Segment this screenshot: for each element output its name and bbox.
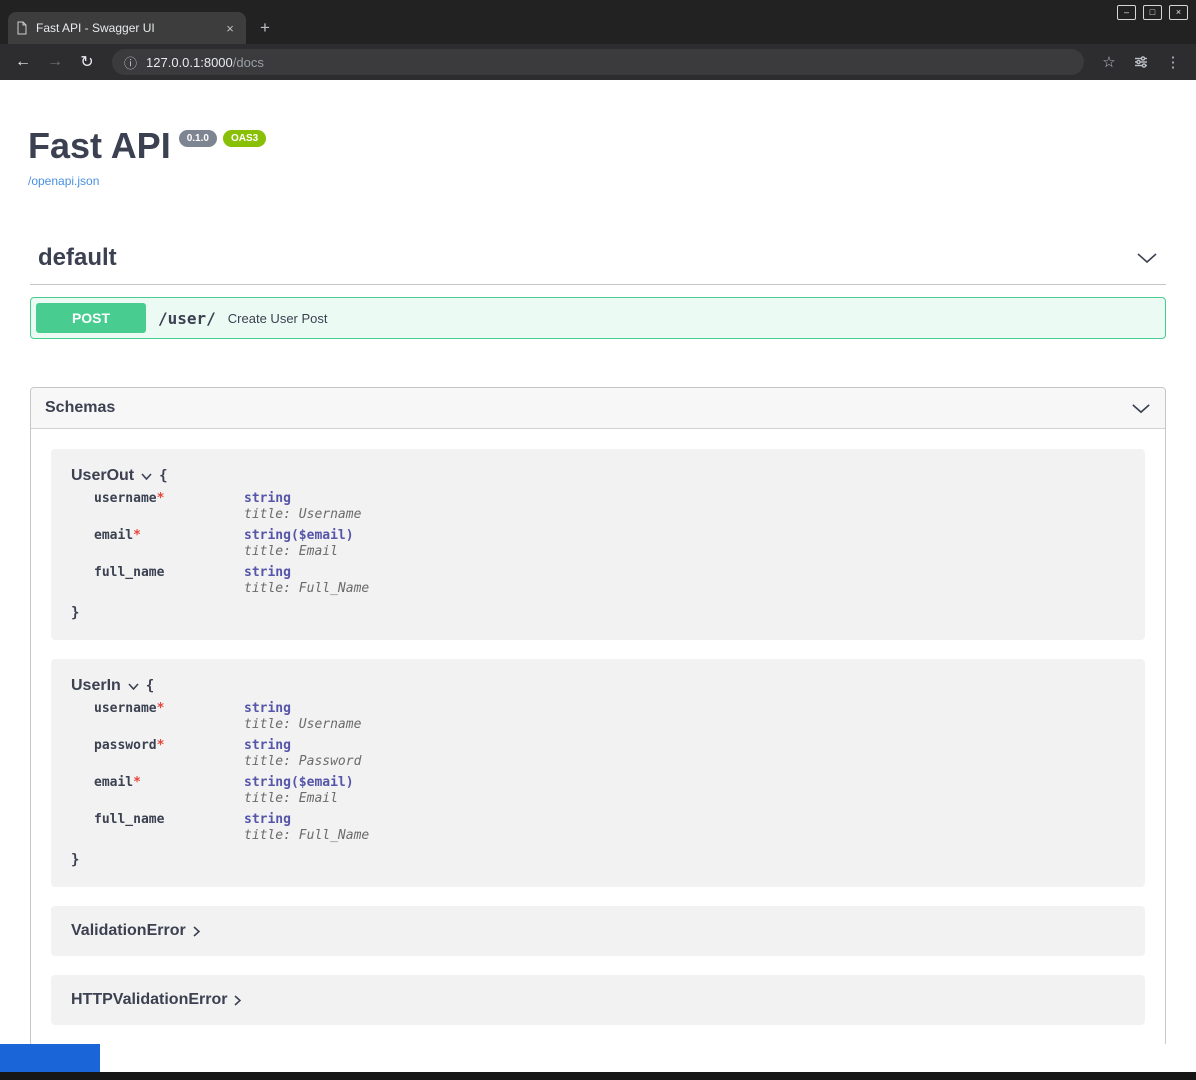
back-icon[interactable]: ← (10, 53, 36, 71)
property-name: username (94, 491, 157, 506)
required-mark: * (157, 491, 165, 506)
property-name: full_name (94, 565, 164, 580)
endpoint-post-user[interactable]: POST /user/ Create User Post (30, 297, 1166, 339)
schema-property-row: email* string($email)title: Email (94, 528, 1125, 559)
property-type: string($email) (244, 775, 354, 790)
property-name: email (94, 528, 133, 543)
endpoint-summary: Create User Post (228, 311, 328, 326)
schemas-title: Schemas (45, 399, 115, 417)
window-frame: Fast API - Swagger UI × + – □ × (0, 0, 1196, 44)
tab-close-icon[interactable]: × (222, 21, 238, 36)
tune-icon[interactable] (1128, 55, 1154, 69)
url-text: 127.0.0.1:8000/docs (146, 55, 264, 70)
schema-property-row: full_name stringtitle: Full_Name (94, 565, 1125, 596)
schema-property-row: username* stringtitle: Username (94, 491, 1125, 522)
tag-name: default (38, 244, 117, 272)
schema-property-row: full_name stringtitle: Full_Name (94, 812, 1125, 843)
property-title: title: Password (244, 754, 361, 769)
schemas-header[interactable]: Schemas (31, 388, 1165, 429)
model-httpvalidationerror[interactable]: HTTPValidationError (51, 975, 1145, 1025)
required-mark: * (133, 528, 141, 543)
close-button[interactable]: × (1169, 5, 1188, 20)
reload-icon[interactable]: ↻ (74, 52, 100, 72)
property-type: string (244, 701, 361, 716)
new-tab-button[interactable]: + (246, 18, 284, 44)
close-brace: } (71, 852, 79, 868)
property-type: string (244, 812, 369, 827)
api-title: Fast API (28, 128, 171, 164)
property-title: title: Full_Name (244, 581, 369, 596)
tab-title: Fast API - Swagger UI (36, 21, 214, 35)
property-title: title: Email (244, 544, 354, 559)
required-mark: * (133, 775, 141, 790)
model-name: UserIn (71, 677, 121, 695)
property-name: username (94, 701, 157, 716)
forward-icon[interactable]: → (42, 53, 68, 71)
model-name: HTTPValidationError (71, 991, 227, 1009)
desktop-blue-box (0, 1044, 100, 1072)
bottom-dark-bar (0, 1072, 1196, 1080)
property-type: string (244, 491, 361, 506)
page-icon (16, 21, 28, 35)
property-title: title: Full_Name (244, 828, 369, 843)
chevron-down-icon (128, 683, 139, 690)
minimize-button[interactable]: – (1117, 5, 1136, 20)
property-type: string (244, 738, 361, 753)
model-name: ValidationError (71, 922, 186, 940)
chevron-down-icon (1131, 403, 1151, 414)
schema-property-row: username* stringtitle: Username (94, 701, 1125, 732)
openapi-json-link[interactable]: /openapi.json (28, 174, 99, 188)
browser-menu-icon[interactable]: ⋮ (1160, 53, 1186, 71)
chevron-right-icon (234, 995, 241, 1006)
model-userout-toggle[interactable]: UserOut { (71, 467, 1125, 485)
model-userin-toggle[interactable]: UserIn { (71, 677, 1125, 695)
property-title: title: Username (244, 717, 361, 732)
open-brace: { (159, 468, 167, 484)
swagger-page: Fast API 0.1.0 OAS3 /openapi.json defaul… (0, 80, 1196, 1044)
model-properties: username* stringtitle: Username email* s… (94, 491, 1125, 596)
open-brace: { (146, 678, 154, 694)
property-title: title: Email (244, 791, 354, 806)
bottom-area (0, 1044, 1196, 1080)
model-validationerror[interactable]: ValidationError (51, 906, 1145, 956)
url-path: /docs (233, 55, 264, 70)
property-type: string (244, 565, 369, 580)
version-badge: 0.1.0 (179, 130, 217, 147)
window-controls: – □ × (1117, 5, 1188, 20)
schemas-section: Schemas UserOut { username* string (30, 387, 1166, 1044)
url-host: 127.0.0.1:8000 (146, 55, 233, 70)
schema-property-row: email* string($email)title: Email (94, 775, 1125, 806)
property-name: email (94, 775, 133, 790)
property-title: title: Username (244, 507, 361, 522)
api-info: Fast API 0.1.0 OAS3 /openapi.json (28, 128, 1168, 190)
schema-property-row: password* stringtitle: Password (94, 738, 1125, 769)
model-userout: UserOut { username* stringtitle: Usernam… (51, 449, 1145, 640)
model-userin: UserIn { username* stringtitle: Username… (51, 659, 1145, 887)
endpoint-path: /user/ (158, 309, 216, 328)
tab-strip: Fast API - Swagger UI × + (0, 0, 1196, 44)
property-type: string($email) (244, 528, 354, 543)
browser-tab[interactable]: Fast API - Swagger UI × (8, 12, 246, 44)
chevron-right-icon (193, 926, 200, 937)
property-name: password (94, 738, 157, 753)
schemas-body: UserOut { username* stringtitle: Usernam… (31, 429, 1165, 1044)
method-badge: POST (36, 303, 146, 333)
maximize-button[interactable]: □ (1143, 5, 1162, 20)
bookmark-star-icon[interactable]: ☆ (1096, 53, 1122, 71)
address-bar[interactable]: ⓘ 127.0.0.1:8000/docs (112, 49, 1084, 75)
model-name: UserOut (71, 467, 134, 485)
model-properties: username* stringtitle: Username password… (94, 701, 1125, 843)
site-info-icon[interactable]: ⓘ (124, 53, 137, 72)
oas3-badge: OAS3 (223, 130, 266, 147)
close-brace: } (71, 605, 79, 621)
required-mark: * (157, 738, 165, 753)
chevron-down-icon (141, 473, 152, 480)
required-mark: * (157, 701, 165, 716)
browser-toolbar: ← → ↻ ⓘ 127.0.0.1:8000/docs ☆ ⋮ (0, 44, 1196, 80)
tag-section-default[interactable]: default (30, 244, 1166, 285)
property-name: full_name (94, 812, 164, 827)
chevron-down-icon (1136, 252, 1158, 264)
